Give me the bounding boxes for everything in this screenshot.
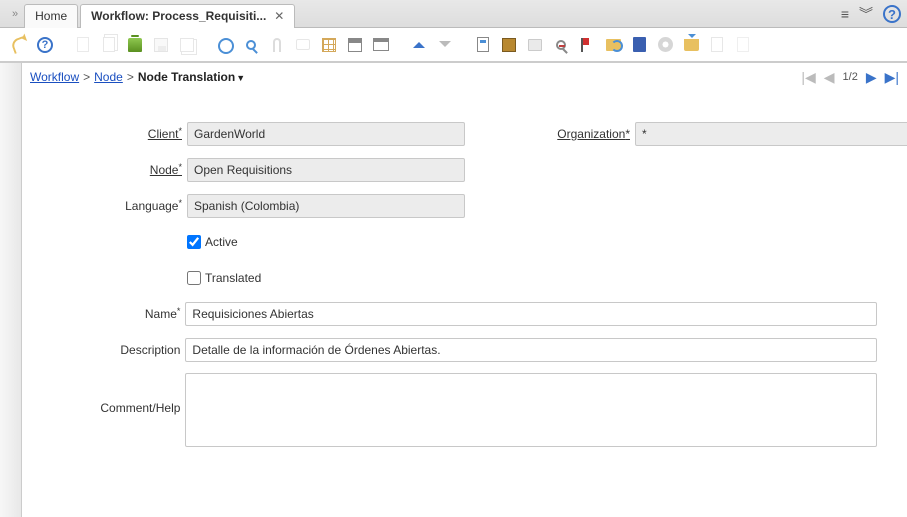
organization-label[interactable]: Organization*	[525, 127, 635, 141]
breadcrumb-row: Workflow > Node > Node Translation▼ |◀ ◀…	[22, 63, 907, 91]
node-field[interactable]	[187, 158, 465, 182]
main-area: Workflow > Node > Node Translation▼ |◀ ◀…	[0, 62, 907, 517]
language-field[interactable]	[187, 194, 465, 218]
toolbar: ?	[0, 28, 907, 62]
active-checkbox-input[interactable]	[187, 235, 201, 249]
breadcrumb-sep: >	[127, 70, 134, 84]
zoom-across-button[interactable]	[550, 34, 572, 56]
prev-record-button[interactable]: ◀	[824, 69, 835, 86]
translated-checkbox[interactable]: Translated	[187, 271, 261, 285]
language-label: Language*	[52, 199, 187, 213]
undo-button[interactable]	[8, 34, 30, 56]
tab-workflow[interactable]: Workflow: Process_Requisiti... ✕	[80, 4, 295, 28]
import-button[interactable]	[680, 34, 702, 56]
tab-bar: » Home Workflow: Process_Requisiti... ✕ …	[0, 0, 907, 28]
organization-field[interactable]	[635, 122, 907, 146]
new-button[interactable]	[72, 34, 94, 56]
breadcrumb-sep: >	[83, 70, 90, 84]
parent-button[interactable]	[408, 34, 430, 56]
expand-left-icon[interactable]: »	[6, 8, 24, 20]
find-button[interactable]	[240, 34, 262, 56]
chevron-down-icon: ▼	[236, 73, 245, 83]
description-label: Description	[52, 343, 185, 357]
first-record-button[interactable]: |◀	[801, 69, 815, 86]
refresh-button[interactable]	[214, 34, 236, 56]
next-record-button[interactable]: ▶	[866, 69, 877, 86]
save-button[interactable]	[150, 34, 172, 56]
name-label: Name*	[52, 307, 185, 321]
breadcrumb-workflow[interactable]: Workflow	[30, 70, 79, 84]
active-wf-button[interactable]	[576, 34, 598, 56]
requests-button[interactable]	[602, 34, 624, 56]
client-label[interactable]: Client*	[52, 127, 187, 141]
pager: |◀ ◀ 1/2 ▶ ▶|	[801, 69, 899, 86]
translated-checkbox-label: Translated	[205, 271, 261, 285]
comment-label: Comment/Help	[52, 373, 185, 415]
content: Workflow > Node > Node Translation▼ |◀ ◀…	[22, 63, 907, 517]
breadcrumb-node[interactable]: Node	[94, 70, 123, 84]
copy-button[interactable]	[98, 34, 120, 56]
export-button[interactable]	[498, 34, 520, 56]
name-field[interactable]	[185, 302, 877, 326]
active-checkbox[interactable]: Active	[187, 235, 238, 249]
copy-record-button[interactable]	[176, 34, 198, 56]
translated-checkbox-input[interactable]	[187, 271, 201, 285]
page-indicator: 1/2	[843, 71, 858, 83]
menu-icon[interactable]: ≡	[841, 6, 849, 22]
multi-button[interactable]	[370, 34, 392, 56]
process-button[interactable]	[654, 34, 676, 56]
delete-button[interactable]	[124, 34, 146, 56]
tab-home[interactable]: Home	[24, 4, 78, 28]
detail-button[interactable]	[434, 34, 456, 56]
close-icon[interactable]: ✕	[274, 9, 284, 23]
tab-workflow-label: Workflow: Process_Requisiti...	[91, 9, 266, 23]
node-label[interactable]: Node*	[52, 163, 187, 177]
description-field[interactable]	[185, 338, 877, 362]
breadcrumb-current[interactable]: Node Translation▼	[138, 70, 245, 84]
chat-button[interactable]	[292, 34, 314, 56]
archive-button[interactable]	[628, 34, 650, 56]
tab-home-label: Home	[35, 9, 67, 23]
help-button[interactable]: ?	[34, 34, 56, 56]
attachment-button[interactable]	[266, 34, 288, 56]
last-record-button[interactable]: ▶|	[885, 69, 899, 86]
extra2-button[interactable]	[732, 34, 754, 56]
sidebar-collapsed[interactable]	[0, 63, 22, 517]
comment-field[interactable]	[185, 373, 877, 447]
extra1-button[interactable]	[706, 34, 728, 56]
history-button[interactable]	[344, 34, 366, 56]
report-button[interactable]	[472, 34, 494, 56]
client-field[interactable]	[187, 122, 465, 146]
breadcrumb: Workflow > Node > Node Translation▼	[30, 70, 245, 84]
collapse-icon[interactable]: ︾	[859, 4, 873, 24]
form: Client* Organization* Node* Language*	[22, 91, 907, 467]
help-icon[interactable]: ?	[883, 5, 901, 23]
grid-toggle-button[interactable]	[318, 34, 340, 56]
print-button[interactable]	[524, 34, 546, 56]
active-checkbox-label: Active	[205, 235, 238, 249]
